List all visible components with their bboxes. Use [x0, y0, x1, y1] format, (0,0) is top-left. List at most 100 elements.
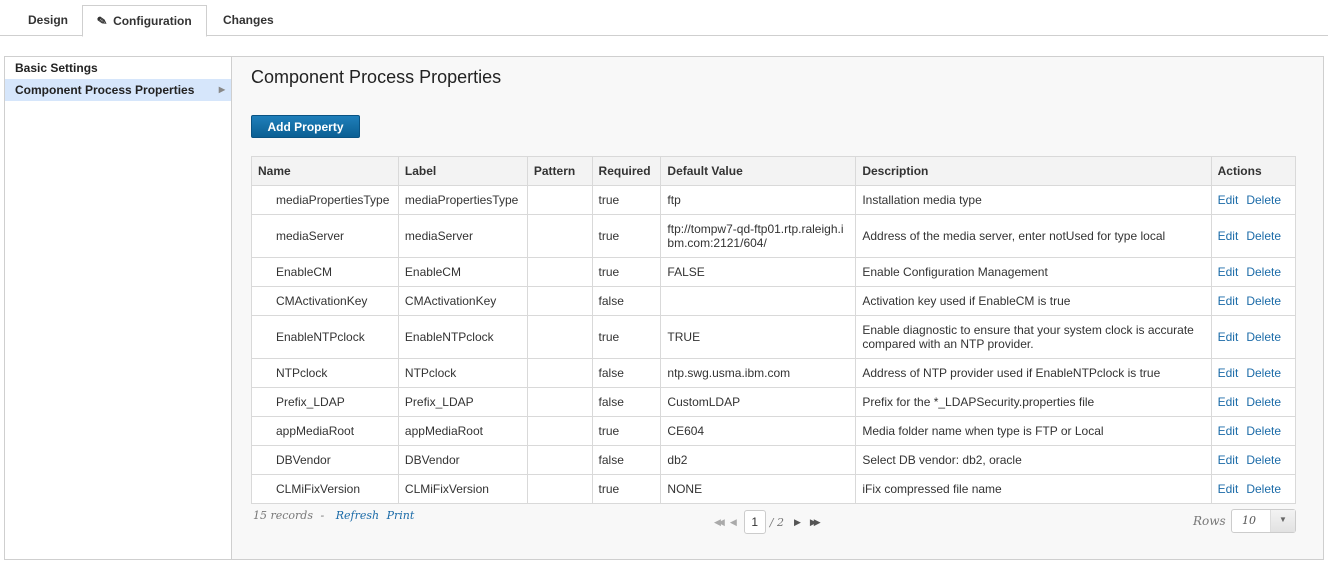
- property-required-cell: false: [591, 387, 662, 417]
- property-pattern-cell: [526, 387, 593, 417]
- property-actions-cell: Edit Delete: [1210, 358, 1297, 388]
- delete-link[interactable]: Delete: [1246, 229, 1281, 243]
- current-page-input[interactable]: 1: [743, 510, 766, 534]
- total-pages: / 2: [769, 515, 784, 529]
- property-name-cell: EnableNTPclock: [251, 315, 399, 359]
- chevron-right-icon: ▶: [218, 85, 225, 94]
- property-name-cell: Prefix_LDAP: [251, 387, 399, 417]
- property-default-value-cell: FALSE: [660, 257, 857, 287]
- edit-link[interactable]: Edit: [1218, 424, 1239, 438]
- delete-link[interactable]: Delete: [1246, 193, 1281, 207]
- column-header-name[interactable]: Name: [251, 156, 399, 186]
- property-name-cell: DBVendor: [251, 445, 399, 475]
- edit-link[interactable]: Edit: [1218, 229, 1239, 243]
- delete-link[interactable]: Delete: [1246, 453, 1281, 467]
- property-label-cell: EnableCM: [397, 257, 528, 287]
- column-header-label[interactable]: Label: [397, 156, 528, 186]
- property-label-cell: CMActivationKey: [397, 286, 528, 316]
- next-page-icon[interactable]: ▶: [794, 517, 801, 528]
- property-actions-cell: Edit Delete: [1210, 387, 1297, 417]
- table-row: DBVendor DBVendor false db2 Select DB vendor…: [251, 445, 1297, 475]
- table-row: CMActivationKey CMActivationKey false Activ…: [251, 286, 1297, 316]
- property-actions-cell: Edit Delete: [1210, 315, 1297, 359]
- edit-link[interactable]: Edit: [1218, 294, 1239, 308]
- property-label-cell: appMediaRoot: [397, 416, 528, 446]
- table-row: mediaServer mediaServer true ftp://tompw7-q…: [251, 214, 1297, 258]
- delete-link[interactable]: Delete: [1246, 265, 1281, 279]
- sidebar-item-label: Basic Settings: [15, 61, 98, 75]
- delete-link[interactable]: Delete: [1246, 330, 1281, 344]
- column-header-actions: Actions: [1210, 156, 1297, 186]
- property-required-cell: true: [591, 474, 662, 504]
- property-default-value-cell: db2: [660, 445, 857, 475]
- sidebar-item-basic-settings[interactable]: Basic Settings: [5, 57, 231, 79]
- chevron-down-icon[interactable]: ▼: [1270, 510, 1295, 532]
- property-description-cell: Activation key used if EnableCM is true: [855, 286, 1212, 316]
- property-required-cell: true: [591, 214, 662, 258]
- add-property-button[interactable]: Add Property: [251, 115, 360, 138]
- column-header-default-value[interactable]: Default Value: [660, 156, 857, 186]
- table-row: Prefix_LDAP Prefix_LDAP false CustomLDAP Pre…: [251, 387, 1297, 417]
- delete-link[interactable]: Delete: [1246, 395, 1281, 409]
- property-name-cell: mediaServer: [251, 214, 399, 258]
- sidebar-item-component-process-properties[interactable]: Component Process Properties ▶: [5, 79, 231, 101]
- sidebar-item-label: Component Process Properties: [15, 83, 195, 97]
- table-row: NTPclock NTPclock false ntp.swg.usma.ibm.co…: [251, 358, 1297, 388]
- property-name-cell: EnableCM: [251, 257, 399, 287]
- edit-link[interactable]: Edit: [1218, 482, 1239, 496]
- property-actions-cell: Edit Delete: [1210, 445, 1297, 475]
- configuration-panel: Basic Settings Component Process Propert…: [4, 56, 1324, 560]
- property-default-value-cell: CustomLDAP: [660, 387, 857, 417]
- edit-link[interactable]: Edit: [1218, 265, 1239, 279]
- column-header-description[interactable]: Description: [855, 156, 1212, 186]
- edit-link[interactable]: Edit: [1218, 453, 1239, 467]
- property-actions-cell: Edit Delete: [1210, 257, 1297, 287]
- main-content: Component Process Properties Add Propert…: [232, 57, 1323, 559]
- property-description-cell: Enable diagnostic to ensure that your sy…: [855, 315, 1212, 359]
- property-default-value-cell: [660, 286, 857, 316]
- edit-link[interactable]: Edit: [1218, 395, 1239, 409]
- tab-label: Design: [28, 13, 69, 27]
- edit-link[interactable]: Edit: [1218, 366, 1239, 380]
- table-row: CLMiFixVersion CLMiFixVersion true NONE iFix…: [251, 474, 1297, 504]
- pagination: ◀◀ ◀ 1 / 2 ▶ ▶▶: [710, 510, 822, 534]
- property-label-cell: EnableNTPclock: [397, 315, 528, 359]
- property-pattern-cell: [526, 315, 593, 359]
- edit-link[interactable]: Edit: [1218, 193, 1239, 207]
- property-label-cell: Prefix_LDAP: [397, 387, 528, 417]
- delete-link[interactable]: Delete: [1246, 366, 1281, 380]
- tab-bar: Design ✎ Configuration Changes: [0, 0, 1328, 37]
- page-title: Component Process Properties: [251, 67, 502, 87]
- table-row: EnableCM EnableCM true FALSE Enable Configur…: [251, 257, 1297, 287]
- property-actions-cell: Edit Delete: [1210, 214, 1297, 258]
- property-name-cell: NTPclock: [251, 358, 399, 388]
- print-link[interactable]: Print: [387, 509, 415, 522]
- property-pattern-cell: [526, 445, 593, 475]
- property-default-value-cell: ntp.swg.usma.ibm.com: [660, 358, 857, 388]
- property-label-cell: NTPclock: [397, 358, 528, 388]
- delete-link[interactable]: Delete: [1246, 482, 1281, 496]
- edit-link[interactable]: Edit: [1218, 330, 1239, 344]
- column-header-pattern[interactable]: Pattern: [526, 156, 593, 186]
- property-actions-cell: Edit Delete: [1210, 416, 1297, 446]
- tab-configuration[interactable]: ✎ Configuration: [82, 5, 207, 37]
- table-row: mediaPropertiesType mediaPropertiesType tr…: [251, 185, 1297, 215]
- last-page-icon[interactable]: ▶▶: [810, 517, 821, 528]
- delete-link[interactable]: Delete: [1246, 294, 1281, 308]
- property-label-cell: CLMiFixVersion: [397, 474, 528, 504]
- property-actions-cell: Edit Delete: [1210, 185, 1297, 215]
- property-name-cell: CMActivationKey: [251, 286, 399, 316]
- property-name-cell: mediaPropertiesType: [251, 185, 399, 215]
- refresh-link[interactable]: Refresh: [336, 509, 379, 522]
- column-header-required[interactable]: Required: [591, 156, 662, 186]
- property-required-cell: false: [591, 445, 662, 475]
- property-default-value-cell: CE604: [660, 416, 857, 446]
- rows-per-page-select[interactable]: 10 ▼: [1231, 509, 1296, 533]
- previous-page-icon[interactable]: ◀: [730, 517, 737, 528]
- first-page-icon[interactable]: ◀◀: [714, 517, 725, 528]
- tab-design[interactable]: Design: [14, 5, 82, 36]
- pencil-icon: ✎: [95, 13, 109, 29]
- tab-changes[interactable]: Changes: [209, 5, 288, 36]
- property-description-cell: iFix compressed file name: [855, 474, 1212, 504]
- delete-link[interactable]: Delete: [1246, 424, 1281, 438]
